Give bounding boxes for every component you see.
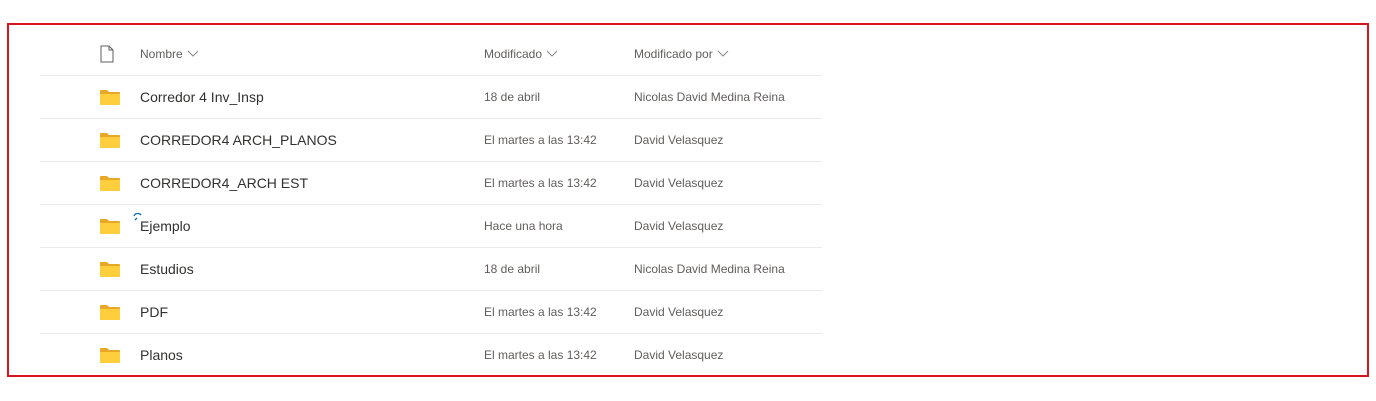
row-modified-text: El martes a las 13:42 <box>484 176 597 190</box>
row-modified-cell: Hace una hora <box>484 205 563 247</box>
row-modified-text: El martes a las 13:42 <box>484 305 597 319</box>
folder-icon <box>100 347 120 363</box>
row-modified-by-link[interactable]: David Velasquez <box>634 133 723 147</box>
row-modified-by-link[interactable]: David Velasquez <box>634 176 723 190</box>
row-modified-cell: 18 de abril <box>484 248 540 290</box>
row-modified-by-cell: David Velasquez <box>634 334 723 376</box>
row-modified-by-link[interactable]: Nicolas David Medina Reina <box>634 262 785 276</box>
row-modified-text: 18 de abril <box>484 262 541 276</box>
folder-icon-cell <box>100 76 120 118</box>
folder-icon <box>100 304 120 320</box>
row-name-link[interactable]: PDF <box>140 304 168 320</box>
chevron-down-icon <box>717 50 729 57</box>
row-modified-by-cell: Nicolas David Medina Reina <box>634 248 785 290</box>
file-list: Nombre Modificado Modificado por Corredo… <box>40 33 822 376</box>
column-header-name-label: Nombre <box>140 47 183 61</box>
row-name-cell: CORREDOR4 ARCH_PLANOS <box>140 119 337 161</box>
folder-icon <box>100 218 120 234</box>
folder-icon <box>100 175 120 191</box>
row-modified-cell: El martes a las 13:42 <box>484 162 597 204</box>
row-name-cell: PDF <box>140 291 168 333</box>
folder-icon-cell <box>100 205 120 247</box>
column-header-modified-by-label: Modificado por <box>634 47 713 61</box>
row-modified-by-cell: David Velasquez <box>634 162 723 204</box>
folder-icon <box>100 132 120 148</box>
table-row[interactable]: Estudios 18 de abril Nicolas David Medin… <box>40 248 822 291</box>
row-modified-cell: 18 de abril <box>484 76 540 118</box>
row-modified-cell: El martes a las 13:42 <box>484 334 597 376</box>
table-row[interactable]: PDF El martes a las 13:42 David Velasque… <box>40 291 822 334</box>
row-name-link[interactable]: Corredor 4 Inv_Insp <box>140 89 264 105</box>
row-modified-text: El martes a las 13:42 <box>484 348 597 362</box>
row-modified-by-link[interactable]: David Velasquez <box>634 219 723 233</box>
row-modified-by-cell: Nicolas David Medina Reina <box>634 76 785 118</box>
list-header: Nombre Modificado Modificado por <box>40 33 822 76</box>
table-row[interactable]: CORREDOR4 ARCH_PLANOS El martes a las 13… <box>40 119 822 162</box>
file-type-column-header[interactable] <box>100 33 120 75</box>
row-modified-text: 18 de abril <box>484 90 541 104</box>
folder-icon <box>100 261 120 277</box>
table-row[interactable]: Ejemplo Hace una hora David Velasquez <box>40 205 822 248</box>
row-name-cell: Estudios <box>140 248 194 290</box>
row-modified-by-link[interactable]: David Velasquez <box>634 348 723 362</box>
row-modified-by-cell: David Velasquez <box>634 119 723 161</box>
row-name-link[interactable]: Ejemplo <box>140 218 191 234</box>
chevron-down-icon <box>187 50 199 57</box>
row-name-cell: CORREDOR4_ARCH EST <box>140 162 308 204</box>
folder-icon-cell <box>100 334 120 376</box>
table-row[interactable]: Planos El martes a las 13:42 David Velas… <box>40 334 822 376</box>
row-name-link[interactable]: CORREDOR4 ARCH_PLANOS <box>140 132 337 148</box>
column-header-modified-by[interactable]: Modificado por <box>634 33 729 75</box>
row-modified-cell: El martes a las 13:42 <box>484 291 597 333</box>
row-name-link[interactable]: CORREDOR4_ARCH EST <box>140 175 308 191</box>
row-name-link[interactable]: Planos <box>140 347 183 363</box>
row-modified-by-cell: David Velasquez <box>634 291 723 333</box>
row-modified-text: Hace una hora <box>484 219 563 233</box>
table-row[interactable]: CORREDOR4_ARCH EST El martes a las 13:42… <box>40 162 822 205</box>
row-modified-text: El martes a las 13:42 <box>484 133 597 147</box>
row-name-cell: Ejemplo <box>140 205 191 247</box>
folder-icon-cell <box>100 291 120 333</box>
row-modified-by-link[interactable]: David Velasquez <box>634 305 723 319</box>
folder-icon-cell <box>100 119 120 161</box>
row-name-link[interactable]: Estudios <box>140 261 194 277</box>
row-modified-by-cell: David Velasquez <box>634 205 723 247</box>
folder-icon-cell <box>100 162 120 204</box>
chevron-down-icon <box>546 50 558 57</box>
row-name-cell: Corredor 4 Inv_Insp <box>140 76 264 118</box>
folder-icon <box>100 89 120 105</box>
table-row[interactable]: Corredor 4 Inv_Insp 18 de abril Nicolas … <box>40 76 822 119</box>
column-header-name[interactable]: Nombre <box>140 33 199 75</box>
row-modified-cell: El martes a las 13:42 <box>484 119 597 161</box>
row-name-cell: Planos <box>140 334 183 376</box>
folder-icon-cell <box>100 248 120 290</box>
file-type-icon <box>100 45 114 63</box>
column-header-modified[interactable]: Modificado <box>484 33 558 75</box>
column-header-modified-label: Modificado <box>484 47 543 61</box>
row-modified-by-link[interactable]: Nicolas David Medina Reina <box>634 90 785 104</box>
